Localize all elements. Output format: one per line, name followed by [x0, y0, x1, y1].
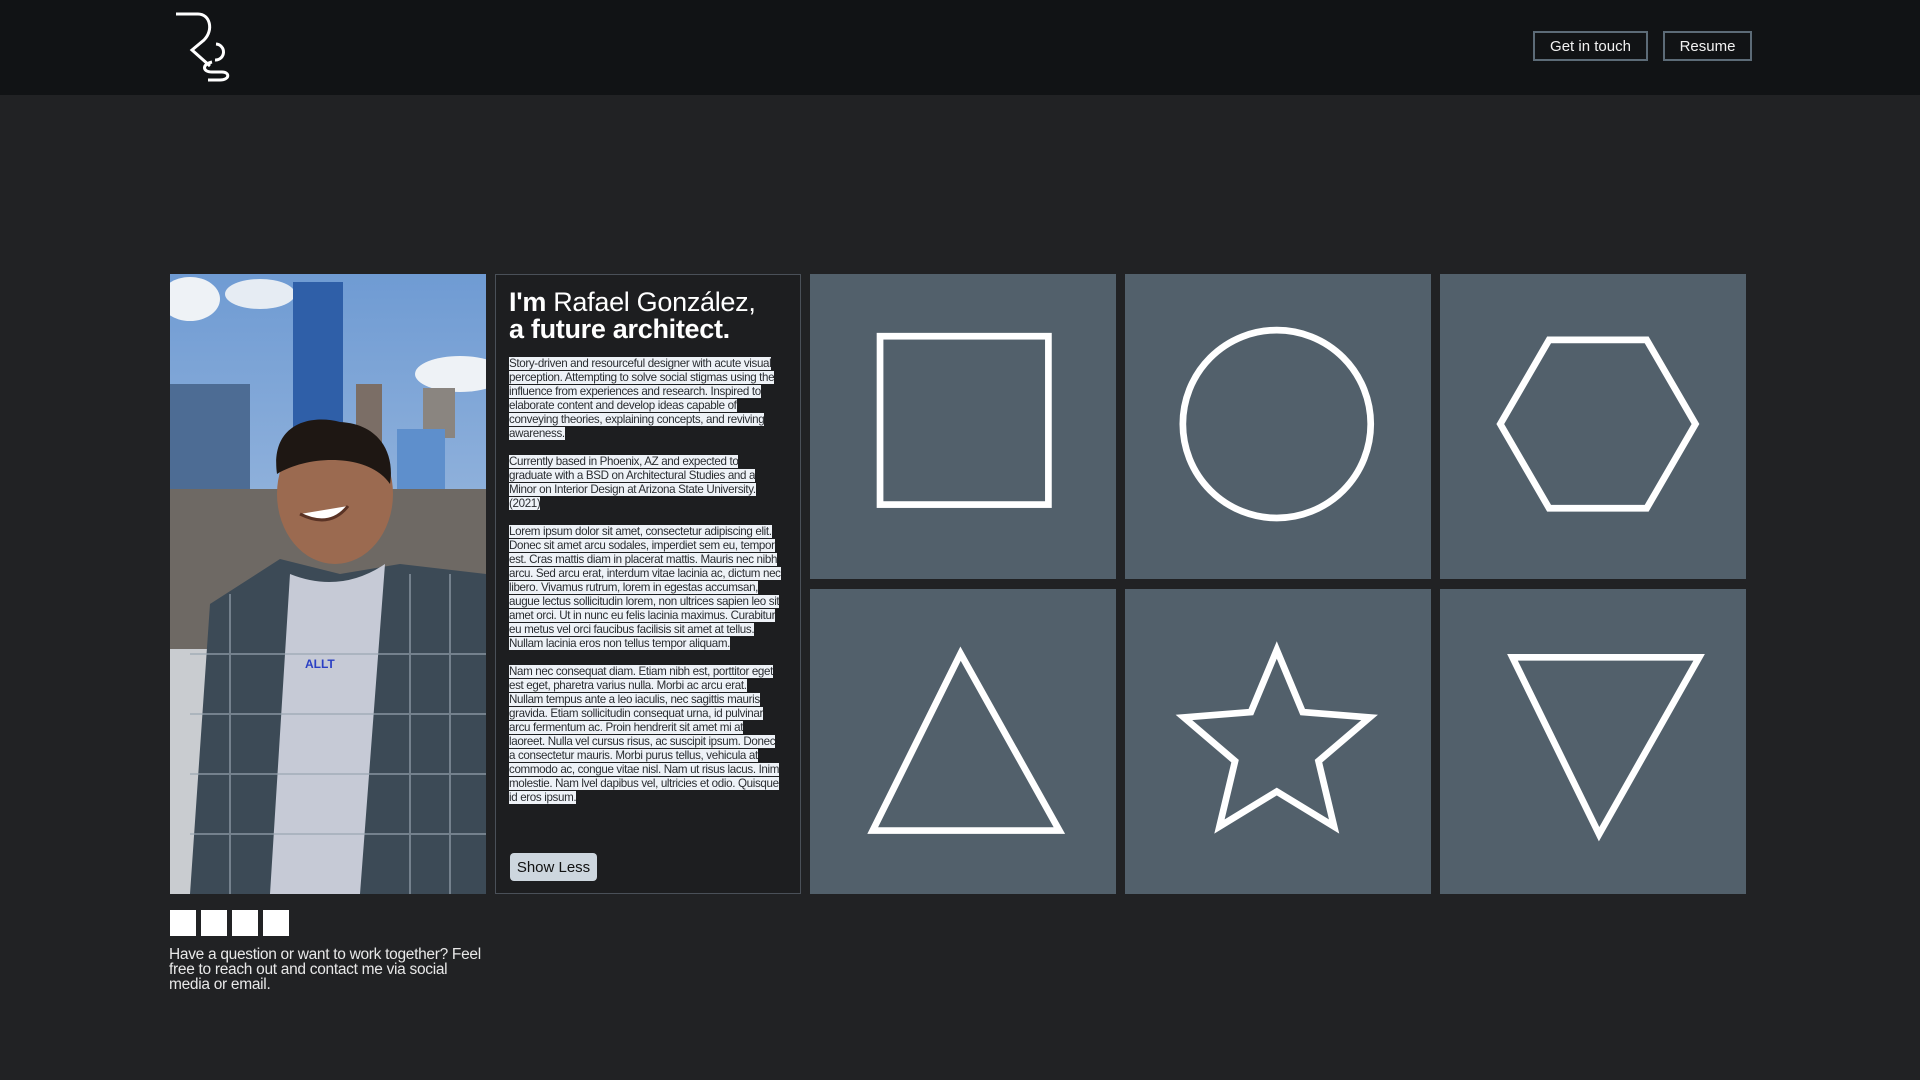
bio-paragraph-1: Story-driven and resourceful designer wi… — [509, 357, 775, 440]
tagline: a future architect. — [509, 314, 730, 344]
tile-triangle[interactable] — [810, 589, 1116, 894]
inverted-triangle-icon — [1507, 653, 1705, 842]
bio-paragraph-3: Lorem ipsum dolor sit amet, consectetur … — [509, 525, 781, 650]
social-link-2[interactable] — [201, 910, 227, 936]
bio-paragraph-4: Nam nec consequat diam. Etiam nibh est, … — [509, 665, 780, 804]
tile-inverted-triangle[interactable] — [1440, 589, 1746, 894]
hexagon-icon — [1496, 336, 1700, 512]
contact-text: Have a question or want to work together… — [169, 946, 481, 993]
profile-photo: ALLT — [170, 274, 486, 894]
resume-button[interactable]: Resume — [1663, 31, 1752, 61]
social-link-3[interactable] — [232, 910, 258, 936]
square-icon — [876, 332, 1052, 508]
social-link-1[interactable] — [170, 910, 196, 936]
header: Get in touch Resume — [0, 0, 1920, 95]
greeting: I'm — [509, 287, 547, 317]
social-link-4[interactable] — [263, 910, 289, 936]
intro-heading: I'm Rafael González, a future architect. — [509, 289, 787, 343]
get-in-touch-button[interactable]: Get in touch — [1533, 31, 1648, 61]
logo[interactable] — [172, 10, 238, 84]
name: Rafael González, — [553, 287, 756, 317]
tile-hexagon[interactable] — [1440, 274, 1746, 579]
triangle-icon — [867, 646, 1066, 834]
circle-icon — [1179, 326, 1375, 522]
tile-square[interactable] — [810, 274, 1116, 579]
star-icon — [1175, 641, 1378, 834]
tile-circle[interactable] — [1125, 274, 1431, 579]
bio-paragraph-2: Currently based in Phoenix, AZ and expec… — [509, 455, 756, 510]
hoodie-text: ALLT — [305, 657, 335, 671]
tile-star[interactable] — [1125, 589, 1431, 894]
show-less-button[interactable]: Show Less — [510, 853, 597, 881]
intro-card: I'm Rafael González, a future architect.… — [495, 274, 801, 894]
